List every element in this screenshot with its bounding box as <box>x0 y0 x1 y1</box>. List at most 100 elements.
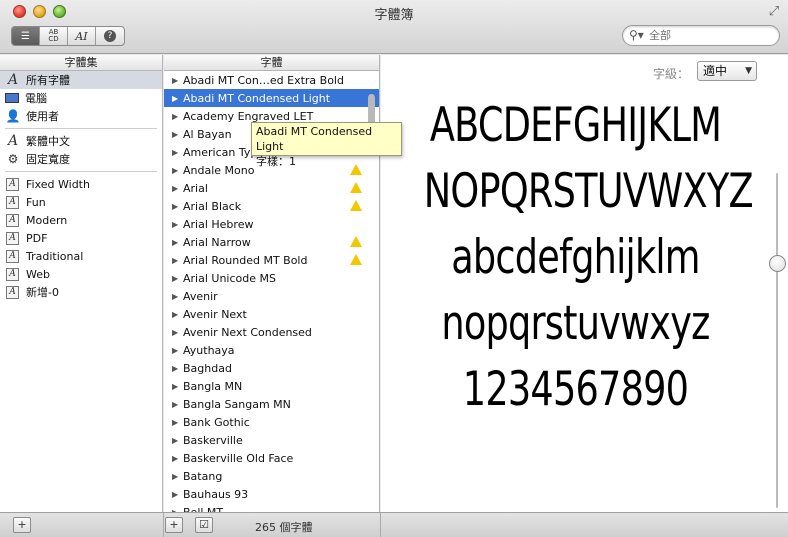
font-tooltip: Abadi MT Condensed Light 字樣：1 <box>251 122 402 168</box>
preview-digits: 1234567890 <box>462 362 689 417</box>
collection-computer[interactable]: 電腦 <box>0 89 162 107</box>
font-list-item[interactable]: ▶ Arial Narrow <box>164 233 379 251</box>
size-slider-knob[interactable] <box>769 255 786 272</box>
font-info-button[interactable]: AI <box>68 27 96 45</box>
collection-label: 電腦 <box>25 92 47 105</box>
divider <box>380 513 381 537</box>
sample-view-button[interactable]: AB CD <box>40 27 68 45</box>
add-font-button[interactable]: + <box>165 517 183 533</box>
font-list-item[interactable]: ▶ Bauhaus 93 <box>164 485 379 503</box>
font-list-item[interactable]: ▶ Abadi MT Condensed Light <box>164 89 379 107</box>
font-list-item[interactable]: ▶ Bank Gothic <box>164 413 379 431</box>
collections-header: 字體集 <box>0 55 162 71</box>
disclosure-triangle-icon[interactable]: ▶ <box>172 166 183 175</box>
font-name: Arial Hebrew <box>183 217 254 231</box>
disclosure-triangle-icon[interactable]: ▶ <box>172 364 183 373</box>
collection-traditional-chinese[interactable]: A 繁體中文 <box>0 132 162 150</box>
font-list-item[interactable]: ▶ Arial Hebrew <box>164 215 379 233</box>
font-list-item[interactable]: ▶ Bangla MN <box>164 377 379 395</box>
disclosure-triangle-icon[interactable]: ▶ <box>172 346 183 355</box>
collection-fixed-width-smart[interactable]: ⚙ 固定寬度 <box>0 150 162 168</box>
font-list-item[interactable]: ▶ Abadi MT Con…ed Extra Bold <box>164 71 379 89</box>
disclosure-triangle-icon[interactable]: ▶ <box>172 112 183 121</box>
collection-label: 所有字體 <box>26 74 70 87</box>
collection-label: PDF <box>26 231 48 245</box>
font-name: Arial Narrow <box>183 235 251 249</box>
divider <box>5 128 157 129</box>
collection-item[interactable]: A Fun <box>0 193 162 211</box>
font-list-item[interactable]: ▶ Arial Black <box>164 197 379 215</box>
collection-item[interactable]: A Fixed Width <box>0 175 162 193</box>
gear-icon: ⚙ <box>7 152 19 166</box>
size-select[interactable]: 適中 ▼ <box>697 61 757 81</box>
disclosure-triangle-icon[interactable]: ▶ <box>172 400 183 409</box>
collection-item[interactable]: A Traditional <box>0 247 162 265</box>
collection-label: Modern <box>26 213 68 227</box>
disclosure-triangle-icon[interactable]: ▶ <box>172 328 183 337</box>
font-list-item[interactable]: ▶ Ayuthaya <box>164 341 379 359</box>
collection-all-fonts[interactable]: A 所有字體 <box>0 71 162 89</box>
disclosure-triangle-icon[interactable]: ▶ <box>172 130 183 139</box>
collection-icon: A <box>6 231 19 245</box>
font-list-item[interactable]: ▶ Bell MT <box>164 503 379 513</box>
font-list-item[interactable]: ▶ Avenir Next <box>164 305 379 323</box>
collection-label: 使用者 <box>26 110 59 123</box>
font-list-item[interactable]: ▶ Baghdad <box>164 359 379 377</box>
preview-panel: 字級： 適中 ▼ ABCDEFGHIJKLM NOPQRSTUVWXYZ abc… <box>381 55 788 512</box>
font-list-item[interactable]: ▶ Arial Unicode MS <box>164 269 379 287</box>
list-view-button[interactable]: ☰ <box>12 27 40 45</box>
disclosure-triangle-icon[interactable]: ▶ <box>172 490 183 499</box>
tooltip-typeface-count: 字樣：1 <box>256 155 296 168</box>
font-name: Baskerville Old Face <box>183 451 294 465</box>
disclosure-triangle-icon[interactable]: ▶ <box>172 418 183 427</box>
disclosure-triangle-icon[interactable]: ▶ <box>172 274 183 283</box>
disclosure-triangle-icon[interactable]: ▶ <box>172 436 183 445</box>
font-info-icon: AI <box>75 29 88 43</box>
disclosure-triangle-icon[interactable]: ▶ <box>172 220 183 229</box>
disclosure-triangle-icon[interactable]: ▶ <box>172 76 183 85</box>
enable-font-button[interactable]: ☑ <box>195 517 213 533</box>
disclosure-triangle-icon[interactable]: ▶ <box>172 472 183 481</box>
disclosure-triangle-icon[interactable]: ▶ <box>172 292 183 301</box>
font-name: Abadi MT Condensed Light <box>183 91 331 105</box>
font-name: Bangla Sangam MN <box>183 397 291 411</box>
disclosure-triangle-icon[interactable]: ▶ <box>172 256 183 265</box>
collection-item[interactable]: A Modern <box>0 211 162 229</box>
font-list-item[interactable]: ▶ Baskerville <box>164 431 379 449</box>
collection-label: 固定寬度 <box>26 153 70 166</box>
disclosure-triangle-icon[interactable]: ▶ <box>172 94 183 103</box>
divider <box>163 513 164 537</box>
font-name: Baghdad <box>183 361 232 375</box>
search-field[interactable]: ⚲▾ <box>622 25 780 46</box>
disclosure-triangle-icon[interactable]: ▶ <box>172 184 183 193</box>
fullscreen-icon[interactable]: ⤢ <box>766 4 782 20</box>
collections-panel: 字體集 A 所有字體 電腦 👤 使用者 A 繁體中文 ⚙ 固定寬度 A Fixe… <box>0 55 163 512</box>
font-list-item[interactable]: ▶ Avenir <box>164 287 379 305</box>
disclosure-triangle-icon[interactable]: ▶ <box>172 148 183 157</box>
help-button[interactable]: ? <box>96 27 124 45</box>
disclosure-triangle-icon[interactable]: ▶ <box>172 310 183 319</box>
collection-user[interactable]: 👤 使用者 <box>0 107 162 125</box>
collection-item[interactable]: A Web <box>0 265 162 283</box>
font-list-item[interactable]: ▶ Avenir Next Condensed <box>164 323 379 341</box>
font-list-item[interactable]: ▶ Arial Rounded MT Bold <box>164 251 379 269</box>
collection-item[interactable]: A PDF <box>0 229 162 247</box>
font-name: Al Bayan <box>183 127 232 141</box>
disclosure-triangle-icon[interactable]: ▶ <box>172 382 183 391</box>
size-slider-track[interactable] <box>776 173 778 508</box>
font-list-item[interactable]: ▶ Arial <box>164 179 379 197</box>
preview-lowercase-2: nopqrstuvwxyz <box>441 296 710 351</box>
user-icon: 👤 <box>5 109 21 123</box>
font-list-item[interactable]: ▶ Bangla Sangam MN <box>164 395 379 413</box>
disclosure-triangle-icon[interactable]: ▶ <box>172 238 183 247</box>
disclosure-triangle-icon[interactable]: ▶ <box>172 202 183 211</box>
collection-item[interactable]: A 新增-0 <box>0 283 162 301</box>
add-collection-button[interactable]: + <box>13 517 31 533</box>
all-fonts-icon: A <box>7 72 19 88</box>
list-view-icon: ☰ <box>21 30 30 42</box>
font-list-item[interactable]: ▶ Batang <box>164 467 379 485</box>
font-icon: A <box>7 133 19 149</box>
disclosure-triangle-icon[interactable]: ▶ <box>172 454 183 463</box>
search-input[interactable] <box>649 28 775 43</box>
font-list-item[interactable]: ▶ Baskerville Old Face <box>164 449 379 467</box>
